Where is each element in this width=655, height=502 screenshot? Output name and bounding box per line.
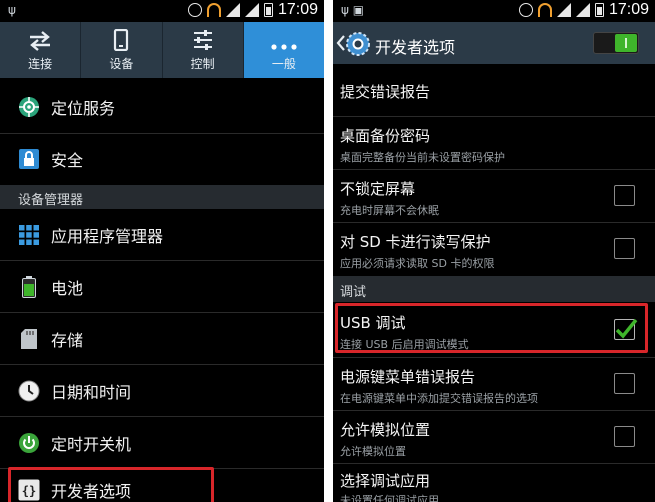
wifi-icon — [537, 3, 552, 17]
item-label: 存储 — [51, 330, 84, 350]
list-item-protect-sd[interactable]: 对 SD 卡进行读写保护 应用必须请求读取 SD 卡的权限 — [333, 223, 655, 275]
item-subtitle: 充电时屏幕不会休眠 — [340, 204, 439, 217]
list-item-storage[interactable]: 存储 — [0, 313, 324, 364]
item-label: 日期和时间 — [51, 382, 132, 402]
list-item-backup-password[interactable]: 桌面备份密码 桌面完整备份当前未设置密码保护 — [333, 117, 655, 169]
item-title: 允许模拟位置 — [340, 421, 431, 439]
left-screen: ψ 17:09 连接 设备 控制 一般 定位服务 安全 设备管理器 应用程序管理… — [0, 0, 324, 502]
status-time: 17:09 — [277, 1, 318, 18]
status-bar: ψ ▣ 17:09 — [333, 0, 655, 22]
sliders-icon — [193, 30, 212, 50]
item-title: 对 SD 卡进行读写保护 — [340, 233, 491, 251]
item-subtitle: 未设置任何调试应用 — [340, 494, 439, 502]
list-item-app-manager[interactable]: 应用程序管理器 — [0, 209, 324, 260]
developer-options-toggle[interactable] — [593, 32, 639, 54]
list-item-select-debug-app[interactable]: 选择调试应用 未设置任何调试应用 — [333, 464, 655, 502]
more-dots-icon — [271, 44, 297, 50]
tab-label: 连接 — [28, 57, 53, 71]
usb-icon: ψ — [8, 3, 16, 17]
status-time: 17:09 — [608, 1, 649, 18]
item-subtitle: 桌面完整备份当前未设置密码保护 — [340, 151, 505, 164]
alarm-icon — [518, 3, 533, 17]
right-screen: ψ ▣ 17:09 开发者选项 提交错误报告 桌面备份密码 桌面完整备份当前未设… — [333, 0, 655, 502]
list-item-location[interactable]: 定位服务 — [0, 82, 324, 132]
signal-icon — [244, 3, 259, 17]
item-label: 定位服务 — [51, 99, 116, 118]
power-icon — [18, 432, 40, 454]
tab-connections[interactable]: 连接 — [0, 22, 82, 78]
tab-device[interactable]: 设备 — [81, 22, 163, 78]
list-item-security[interactable]: 安全 — [0, 134, 324, 184]
tab-label: 一般 — [271, 57, 296, 71]
section-header: 设备管理器 — [0, 185, 324, 209]
item-title: 提交错误报告 — [340, 83, 431, 101]
stay-awake-checkbox[interactable] — [614, 185, 635, 206]
tab-label: 控制 — [190, 57, 215, 71]
item-label: 应用程序管理器 — [51, 226, 164, 246]
list-item-mock-locations[interactable]: 允许模拟位置 允许模拟位置 — [333, 411, 655, 463]
phone-icon — [114, 29, 129, 51]
item-label: 安全 — [51, 151, 84, 170]
settings-tabs: 连接 设备 控制 一般 — [0, 22, 324, 78]
item-title: 不锁定屏幕 — [340, 180, 416, 198]
list-item-bug-report[interactable]: 提交错误报告 — [333, 64, 655, 116]
battery-status-icon — [263, 3, 273, 17]
alarm-icon — [187, 3, 202, 17]
tab-label: 设备 — [109, 57, 134, 71]
item-label: 电池 — [51, 278, 84, 298]
mock-locations-checkbox[interactable] — [614, 426, 635, 447]
gear-icon — [346, 32, 370, 56]
power-menu-bug-report-checkbox[interactable] — [614, 373, 635, 394]
location-icon — [18, 96, 40, 118]
usb-icon: ψ ▣ — [341, 3, 365, 17]
item-title: 电源键菜单错误报告 — [340, 368, 476, 386]
tab-general[interactable]: 一般 — [243, 22, 324, 78]
highlight-box — [8, 467, 214, 502]
status-bar: ψ 17:09 — [0, 0, 324, 22]
tab-controls[interactable]: 控制 — [163, 22, 244, 78]
item-subtitle: 在电源键菜单中添加提交错误报告的选项 — [340, 392, 538, 405]
section-header: 调试 — [333, 276, 655, 302]
sd-card-icon — [18, 328, 40, 350]
wifi-icon — [206, 3, 221, 17]
list-item-battery[interactable]: 电池 — [0, 261, 324, 312]
item-title: 桌面备份密码 — [340, 127, 431, 145]
section-label: 设备管理器 — [18, 193, 84, 208]
swap-arrows-icon — [30, 31, 51, 51]
page-title: 开发者选项 — [375, 38, 456, 57]
list-item-scheduled-power[interactable]: 定时开关机 — [0, 417, 324, 468]
clock-icon — [18, 380, 40, 402]
list-item-power-menu-bug-report[interactable]: 电源键菜单错误报告 在电源键菜单中添加提交错误报告的选项 — [333, 358, 655, 410]
app-header: 开发者选项 — [333, 22, 655, 64]
list-item-stay-awake[interactable]: 不锁定屏幕 充电时屏幕不会休眠 — [333, 170, 655, 222]
battery-icon — [18, 275, 40, 298]
battery-status-icon — [594, 3, 604, 17]
highlight-box — [335, 303, 648, 353]
item-label: 定时开关机 — [51, 434, 132, 454]
list-item-date-time[interactable]: 日期和时间 — [0, 365, 324, 416]
section-label: 调试 — [340, 285, 367, 300]
item-title: 选择调试应用 — [340, 472, 431, 490]
lock-icon — [18, 148, 40, 170]
signal-icon — [556, 3, 571, 17]
signal-icon — [575, 3, 590, 17]
signal-icon — [225, 3, 240, 17]
apps-grid-icon — [18, 224, 40, 246]
item-subtitle: 应用必须请求读取 SD 卡的权限 — [340, 257, 495, 270]
protect-sd-checkbox[interactable] — [614, 238, 635, 259]
item-subtitle: 允许模拟位置 — [340, 445, 406, 458]
